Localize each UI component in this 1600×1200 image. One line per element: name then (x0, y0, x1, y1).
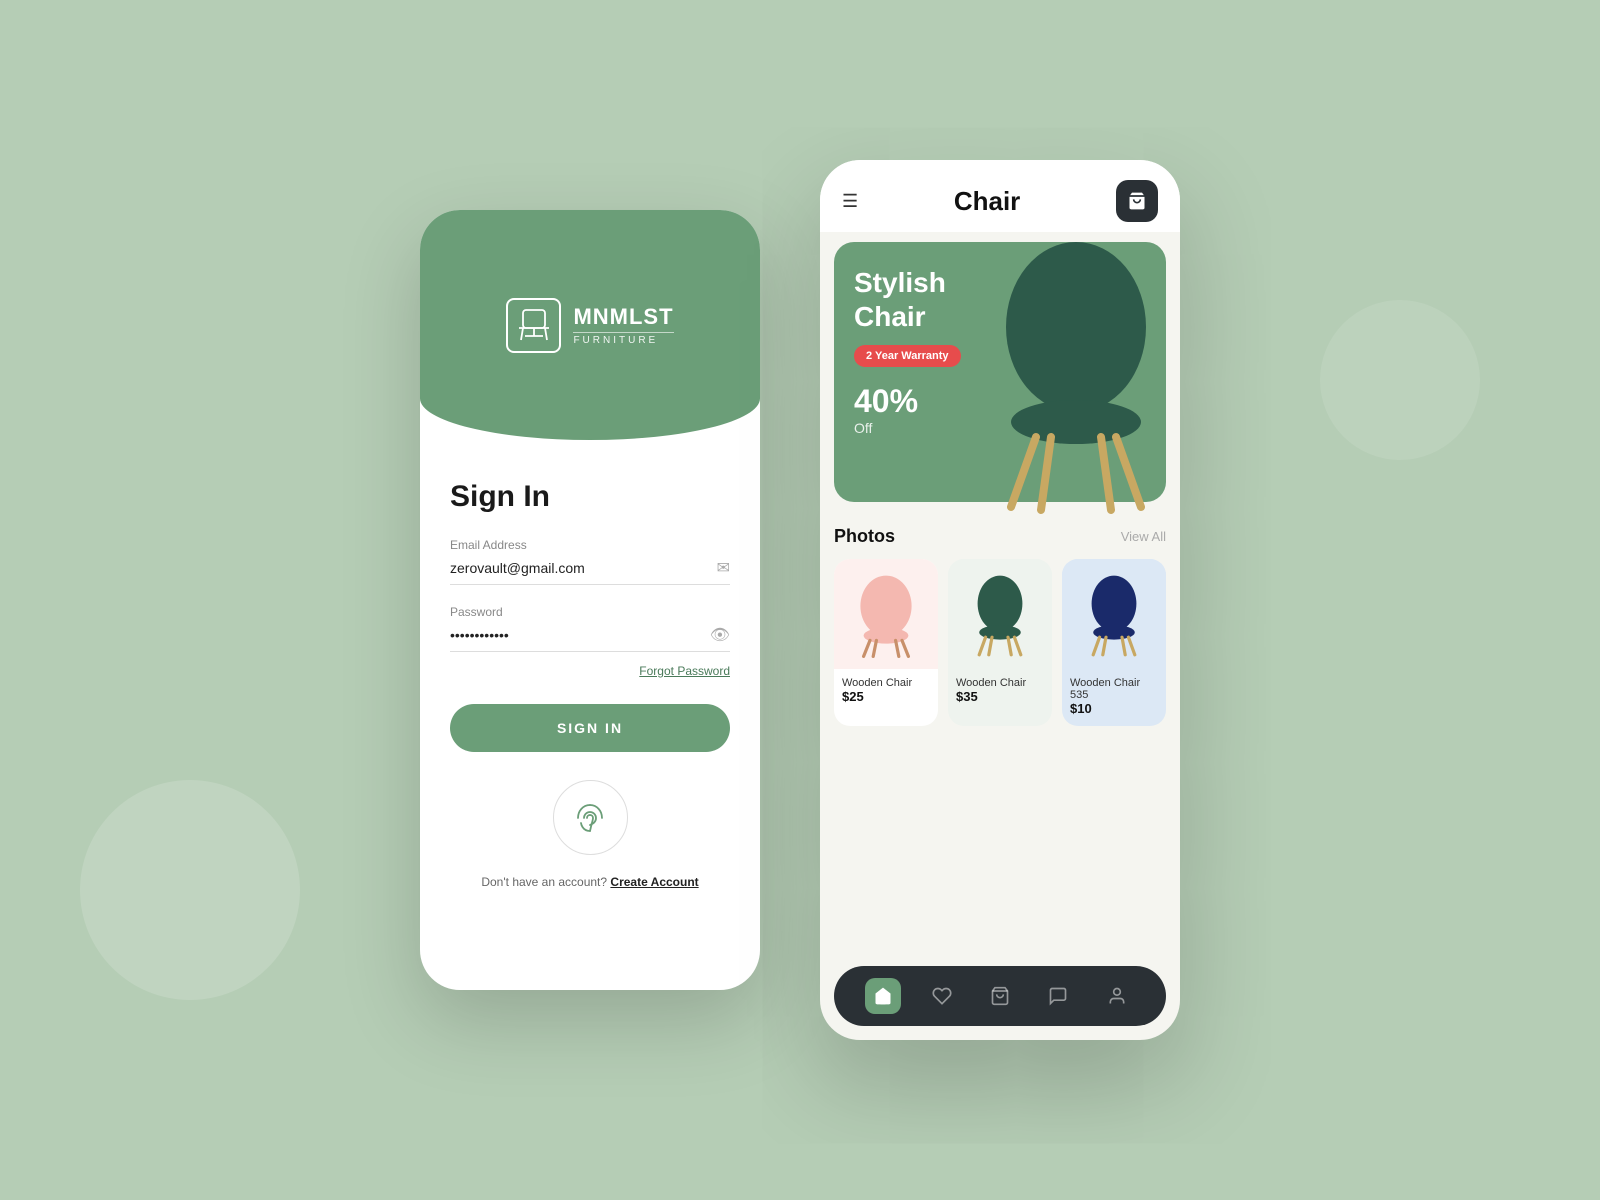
forgot-password-link[interactable]: Forgot Password (450, 662, 730, 680)
email-input[interactable] (450, 560, 717, 576)
warranty-badge: 2 Year Warranty (854, 345, 961, 367)
password-input-wrapper: 👁 (450, 625, 730, 652)
nav-bag[interactable] (982, 978, 1018, 1014)
fingerprint-button[interactable] (553, 780, 628, 855)
phones-container: MNMLST FURNITURE Sign In Email Address ✉… (420, 160, 1180, 1040)
email-icon: ✉ (717, 558, 730, 578)
cart-button[interactable] (1116, 180, 1158, 222)
password-input[interactable] (450, 627, 710, 643)
nav-messages[interactable] (1040, 978, 1076, 1014)
create-account-text: Don't have an account? Create Account (450, 875, 730, 889)
email-input-wrapper: ✉ (450, 558, 730, 585)
photos-header: Photos View All (834, 526, 1166, 547)
product-image-2 (948, 559, 1052, 669)
logo-area: MNMLST FURNITURE (506, 298, 673, 353)
product-image-1 (834, 559, 938, 669)
photos-grid: Wooden Chair $25 (834, 559, 1166, 726)
product-image-3 (1062, 559, 1166, 669)
bottom-nav (834, 966, 1166, 1026)
product-price-1: $25 (842, 689, 930, 704)
bg-blob-left (80, 780, 300, 1000)
product-card-1[interactable]: Wooden Chair $25 (834, 559, 938, 726)
fingerprint-area (450, 780, 730, 855)
product-info-3: Wooden Chair 535 $10 (1062, 669, 1166, 726)
product-price-2: $35 (956, 689, 1044, 704)
create-account-link[interactable]: Create Account (610, 875, 698, 889)
product-info-1: Wooden Chair $25 (834, 669, 938, 714)
product-card-2[interactable]: Wooden Chair $35 (948, 559, 1052, 726)
product-name-1: Wooden Chair (842, 677, 930, 689)
eye-icon[interactable]: 👁 (710, 625, 730, 645)
product-card-3[interactable]: Wooden Chair 535 $10 (1062, 559, 1166, 726)
nav-favorites[interactable] (924, 978, 960, 1014)
photos-title: Photos (834, 526, 895, 547)
nav-profile[interactable] (1099, 978, 1135, 1014)
email-label: Email Address (450, 538, 730, 552)
nav-home[interactable] (865, 978, 901, 1014)
chair-hero: Stylish Chair 2 Year Warranty 40% Off (834, 242, 1166, 502)
forgot-password-text[interactable]: Forgot Password (639, 664, 730, 678)
phone-signin: MNMLST FURNITURE Sign In Email Address ✉… (420, 210, 760, 990)
signin-body: Sign In Email Address ✉ Password 👁 Forgo… (420, 440, 760, 990)
product-info-2: Wooden Chair $35 (948, 669, 1052, 714)
logo-subtitle: FURNITURE (573, 332, 673, 346)
product-price-3: $10 (1070, 701, 1158, 716)
product-name-2: Wooden Chair (956, 677, 1044, 689)
logo-icon (506, 298, 561, 353)
signin-button[interactable]: SIGN IN (450, 704, 730, 752)
phone-chair: ☰ Chair Stylish Chair 2 Year Warranty 40… (820, 160, 1180, 1040)
chair-page-title: Chair (954, 186, 1020, 217)
password-label: Password (450, 605, 730, 619)
photos-section: Photos View All (820, 512, 1180, 726)
logo-text: MNMLST FURNITURE (573, 304, 673, 346)
logo-name: MNMLST (573, 304, 673, 330)
bg-blob-right (1320, 300, 1480, 460)
product-name-3: Wooden Chair 535 (1070, 677, 1158, 701)
view-all-button[interactable]: View All (1121, 529, 1166, 544)
chair-topbar: ☰ Chair (820, 160, 1180, 232)
signin-title: Sign In (450, 480, 730, 514)
cart-icon (1127, 191, 1147, 211)
menu-icon[interactable]: ☰ (842, 191, 858, 212)
signin-header: MNMLST FURNITURE (420, 210, 760, 440)
hero-chair-image (966, 232, 1180, 522)
